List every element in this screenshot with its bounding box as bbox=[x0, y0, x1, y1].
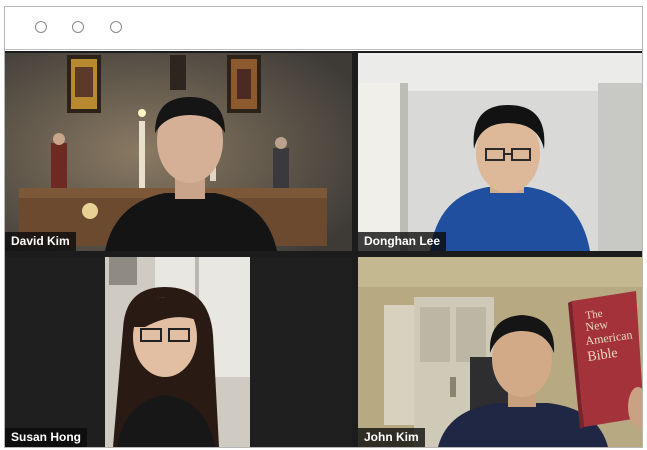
video-feed-john-kim: The New American Bible bbox=[358, 257, 642, 447]
video-tile-john-kim[interactable]: The New American Bible John Kim bbox=[358, 257, 642, 447]
participant-name-label: David Kim bbox=[5, 232, 76, 251]
video-tile-donghan-lee[interactable]: Donghan Lee bbox=[358, 53, 642, 251]
video-call-window: David Kim Donghan Lee Susan Hong The New… bbox=[4, 6, 643, 448]
title-bar bbox=[5, 7, 642, 50]
video-feed-susan-hong bbox=[5, 257, 352, 447]
video-grid: David Kim Donghan Lee Susan Hong The New… bbox=[5, 51, 642, 447]
video-feed-donghan-lee bbox=[358, 53, 642, 251]
participant-name-label: John Kim bbox=[358, 428, 425, 447]
participant-name-label: Susan Hong bbox=[5, 428, 88, 447]
window-maximize-button[interactable] bbox=[110, 21, 122, 33]
video-tile-david-kim[interactable]: David Kim bbox=[5, 53, 352, 251]
window-close-button[interactable] bbox=[35, 21, 47, 33]
window-minimize-button[interactable] bbox=[72, 21, 84, 33]
video-feed-david-kim bbox=[5, 53, 352, 251]
video-tile-susan-hong[interactable]: Susan Hong bbox=[5, 257, 352, 447]
participant-name-label: Donghan Lee bbox=[358, 232, 447, 251]
